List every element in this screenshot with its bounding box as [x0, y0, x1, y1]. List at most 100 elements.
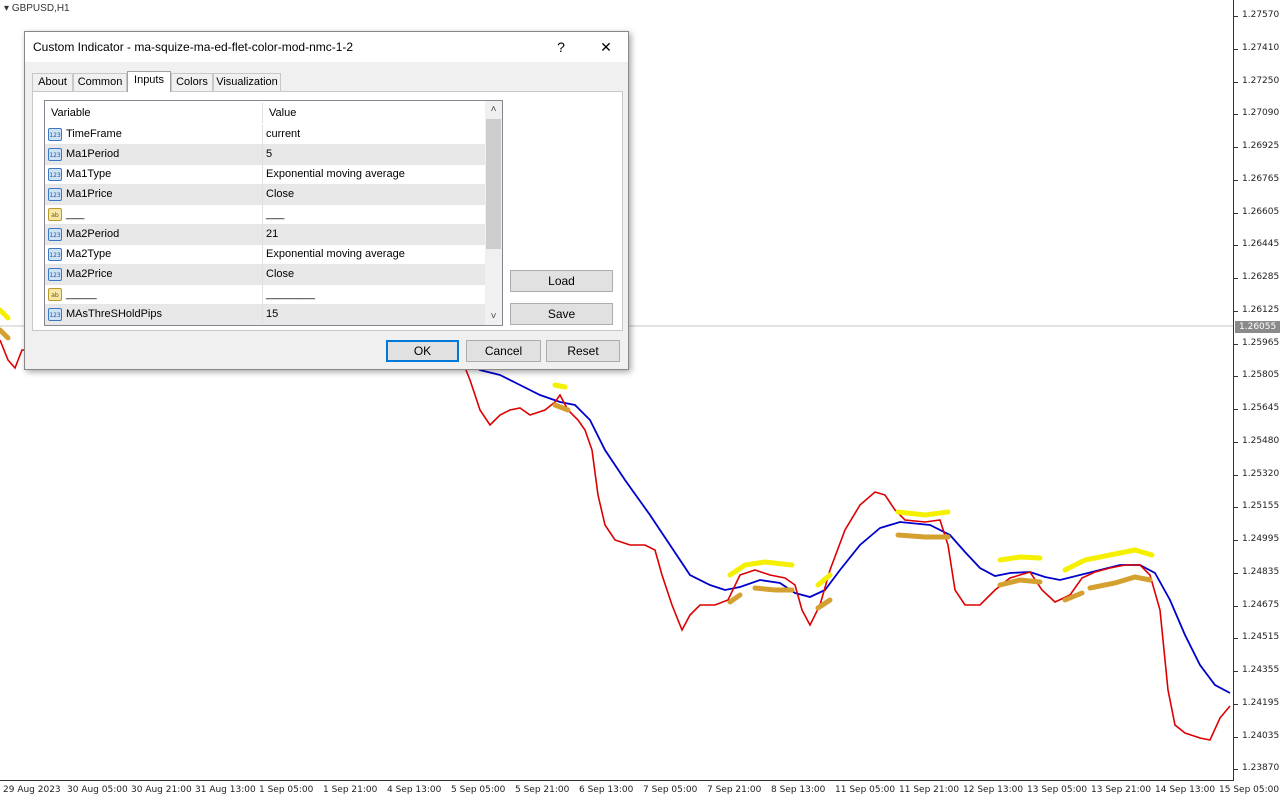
number-type-icon: 123 — [48, 268, 62, 281]
number-type-icon: 123 — [48, 228, 62, 241]
input-row[interactable]: 123 Ma2Price Close — [45, 265, 485, 285]
time-label: 30 Aug 05:00 — [67, 785, 128, 795]
flat-lower-segment — [752, 585, 795, 593]
price-tick — [1234, 474, 1238, 476]
scroll-down-icon[interactable]: ˅ — [485, 308, 502, 325]
price-label: 1.24995 — [1242, 534, 1280, 544]
input-row[interactable]: 123 Ma2Period 21 — [45, 225, 485, 245]
cancel-button[interactable]: Cancel — [466, 340, 541, 362]
time-label: 31 Aug 13:00 — [195, 785, 256, 795]
input-row[interactable]: 123 TimeFrame current — [45, 125, 485, 145]
price-tick — [1234, 343, 1238, 345]
input-row[interactable]: 123 Ma2Type Exponential moving average — [45, 245, 485, 265]
variable-value[interactable]: current — [266, 125, 300, 144]
ok-button[interactable]: OK — [386, 340, 459, 362]
price-label: 1.24355 — [1242, 665, 1280, 675]
price-tick — [1234, 48, 1238, 50]
grid-scrollbar[interactable]: ˄ ˅ — [485, 101, 502, 325]
variable-value[interactable]: 15 — [266, 305, 278, 324]
slow-ma-line — [459, 354, 1231, 694]
price-tick — [1234, 179, 1238, 181]
close-button[interactable]: ✕ — [585, 32, 627, 62]
cell-divider — [262, 185, 263, 204]
price-label: 1.27250 — [1242, 75, 1280, 86]
price-tick — [1234, 147, 1238, 148]
inputs-panel: Variable Value 123 TimeFrame current 123 Ma1… — [32, 91, 623, 331]
tab-common[interactable]: Common — [73, 73, 127, 91]
chart-symbol-text: GBPUSD,H1 — [11, 3, 70, 14]
variable-value[interactable]: Close — [266, 265, 294, 284]
variable-name: _____ — [66, 288, 97, 300]
variable-value[interactable]: 21 — [266, 225, 278, 244]
flat-upper-segment — [997, 554, 1043, 563]
time-label: 5 Sep 21:00 — [515, 785, 570, 795]
save-button[interactable]: Save — [510, 303, 613, 325]
flat-upper-segment — [0, 307, 11, 321]
price-tick — [1234, 703, 1238, 705]
variable-value[interactable]: Exponential moving average — [266, 245, 405, 264]
price-tick — [1234, 310, 1238, 312]
price-label: 1.25155 — [1242, 501, 1280, 512]
dialog-titlebar[interactable]: Custom Indicator - ma-squize-ma-ed-flet-… — [25, 32, 628, 62]
input-row[interactable]: 123 Ma1Type Exponential moving average — [45, 165, 485, 185]
price-tick — [1234, 540, 1238, 541]
scroll-thumb[interactable] — [486, 119, 501, 249]
reset-button[interactable]: Reset — [546, 340, 620, 362]
flat-lower-segment — [1062, 590, 1085, 603]
time-label: 30 Aug 21:00 — [131, 785, 192, 795]
number-type-icon: 123 — [48, 128, 62, 141]
load-button[interactable]: Load — [510, 270, 613, 292]
variable-value[interactable]: ________ — [266, 285, 315, 304]
variable-name: ___ — [66, 208, 85, 220]
flat-lower-segment — [0, 327, 11, 341]
flat-lower-segment — [727, 592, 743, 605]
time-label: 14 Sep 13:00 — [1155, 785, 1216, 795]
price-label: 1.24515 — [1242, 632, 1280, 643]
chart-symbol-label: ▾ GBPUSD,H1 — [4, 3, 70, 14]
tab-visualization[interactable]: Visualization — [213, 73, 281, 91]
variable-name: Ma1Price — [66, 188, 113, 200]
time-label: 1 Sep 21:00 — [323, 785, 378, 795]
time-label: 6 Sep 13:00 — [579, 785, 634, 795]
time-axis[interactable]: 29 Aug 2023 30 Aug 05:00 30 Aug 21:00 31 Au… — [0, 780, 1279, 801]
variable-value[interactable]: Close — [266, 185, 294, 204]
variable-name: Ma2Price — [66, 268, 113, 280]
time-label: 7 Sep 05:00 — [643, 785, 698, 795]
input-row[interactable]: 123 Ma1Period 5 — [45, 145, 485, 165]
grid-header: Variable Value — [45, 101, 485, 125]
price-label: 1.27570 — [1242, 10, 1280, 20]
help-button[interactable]: ? — [540, 32, 582, 62]
fast-ma-line — [0, 339, 1231, 741]
price-label: 1.25320 — [1242, 468, 1280, 479]
input-row[interactable]: 123 Ma1Price Close — [45, 185, 485, 205]
scroll-up-icon[interactable]: ˄ — [485, 101, 502, 118]
variable-name: Ma2Type — [66, 248, 112, 260]
price-tick — [1234, 16, 1238, 17]
price-label: 1.26445 — [1242, 239, 1280, 250]
tab-about[interactable]: About — [32, 73, 73, 91]
column-header-variable[interactable]: Variable — [45, 101, 262, 125]
flat-upper-segment — [552, 382, 568, 390]
cell-divider — [262, 145, 263, 164]
variable-name: Ma1Period — [66, 148, 120, 160]
price-label: 1.24675 — [1242, 599, 1280, 610]
variable-value[interactable]: Exponential moving average — [266, 165, 405, 184]
price-label: 1.27410 — [1242, 42, 1280, 53]
time-label: 15 Sep 05:00 — [1219, 785, 1280, 795]
variable-value[interactable]: ___ — [266, 205, 284, 224]
price-label: 1.25805 — [1242, 370, 1280, 381]
number-type-icon: 123 — [48, 248, 62, 261]
input-row[interactable]: ab ___ ___ — [45, 205, 485, 225]
input-row[interactable]: ab _____ ________ — [45, 285, 485, 305]
time-label: 7 Sep 21:00 — [707, 785, 762, 795]
input-row[interactable]: 123 MAsThreSHoldPips 15 — [45, 305, 485, 325]
flat-upper-segment — [895, 509, 951, 518]
number-type-icon: 123 — [48, 168, 62, 181]
cell-divider — [262, 305, 263, 324]
price-axis[interactable]: 1.27570 1.27410 1.27250 1.27090 1.26925 1.267… — [1233, 0, 1280, 781]
variable-value[interactable]: 5 — [266, 145, 272, 164]
column-header-value[interactable]: Value — [263, 101, 485, 125]
tab-colors[interactable]: Colors — [171, 73, 213, 91]
tab-inputs[interactable]: Inputs — [127, 71, 171, 92]
time-label: 5 Sep 05:00 — [451, 785, 506, 795]
